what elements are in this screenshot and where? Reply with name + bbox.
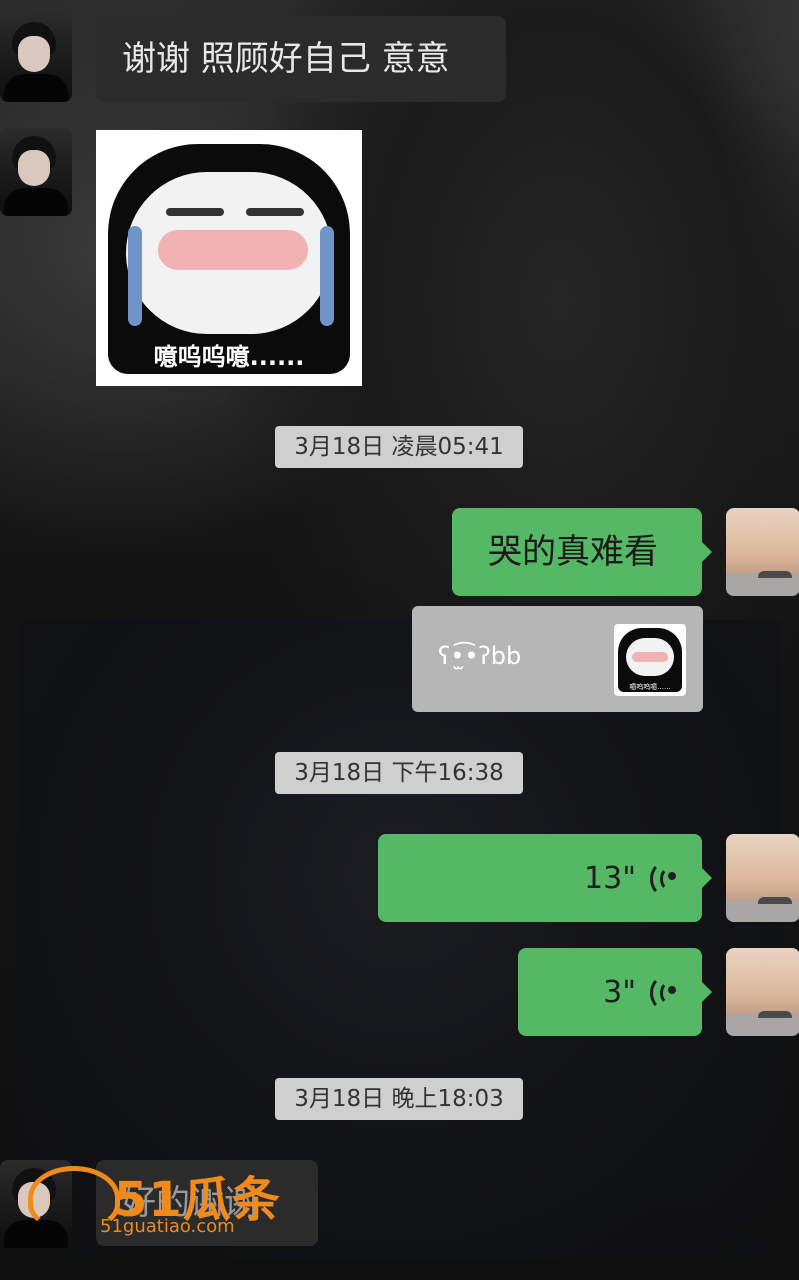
timestamp: 3月18日 凌晨05:41	[275, 426, 523, 468]
timestamp: 3月18日 下午16:38	[275, 752, 523, 794]
meme-caption: 噫呜呜噫......	[153, 343, 305, 371]
watermark-site: 51guatiao.com	[100, 1216, 235, 1237]
quoted-meme-caption: 噫呜呜噫......	[629, 683, 671, 691]
voice-wave-icon	[648, 860, 678, 897]
meme-sticker-crying-panda[interactable]: 噫呜呜噫......	[96, 130, 362, 386]
voice-message-bubble[interactable]: 3"	[518, 948, 712, 1036]
contact-avatar[interactable]	[0, 128, 72, 216]
my-avatar[interactable]	[726, 508, 799, 596]
message-text: 谢谢 照顾好自己 意意	[122, 39, 450, 79]
site-watermark: 51瓜条 51guatiao.com	[28, 1160, 288, 1240]
quoted-message[interactable]: ʕ•̫͡•ʔbb 噫呜呜噫......	[412, 606, 703, 712]
timestamp: 3月18日 晚上18:03	[275, 1078, 523, 1120]
quoted-meme-thumbnail: 噫呜呜噫......	[614, 624, 686, 696]
quote-text: ʕ•̫͡•ʔbb	[438, 642, 522, 670]
incoming-message-bubble[interactable]: 谢谢 照顾好自己 意意	[96, 16, 506, 102]
message-text: 哭的真难看	[488, 532, 658, 572]
outgoing-message-bubble[interactable]: 哭的真难看	[452, 508, 712, 596]
voice-wave-icon	[648, 974, 678, 1011]
my-avatar[interactable]	[726, 834, 799, 922]
voice-message-bubble[interactable]: 13"	[378, 834, 712, 922]
contact-avatar[interactable]	[0, 14, 72, 102]
voice-duration: 3"	[603, 974, 636, 1010]
voice-duration: 13"	[584, 860, 636, 896]
my-avatar[interactable]	[726, 948, 799, 1036]
